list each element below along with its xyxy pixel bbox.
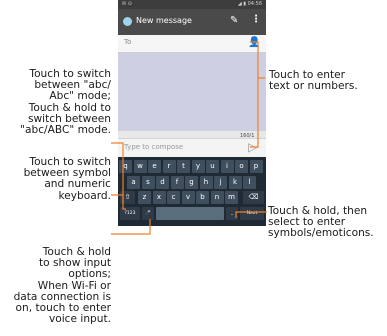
key-n[interactable]: n	[210, 191, 224, 204]
backspace-key[interactable]: ⌫	[243, 191, 264, 204]
key-g[interactable]: g	[185, 175, 198, 189]
status-right: ◢ ▮ 04:56	[237, 1, 262, 7]
app-icon[interactable]	[123, 17, 132, 26]
recipient-row[interactable]: To 👤	[118, 35, 266, 53]
app-bar: New message ✎ ⋮	[118, 9, 266, 35]
status-bar: ✉ ⊙ ◢ ▮ 04:56	[118, 0, 266, 9]
key-m[interactable]: m	[225, 191, 238, 204]
shift-key[interactable]: ⇧	[120, 191, 135, 204]
key-v[interactable]: v	[181, 191, 195, 204]
callout-case-switch: Touch to switch between "abc/ Abc" mode;…	[20, 68, 111, 137]
keyboard: q w e r t y u i o p a s d f g h j k l ⇧ z x c v b n m ⌫ ?123 🎤. Next	[118, 157, 266, 226]
compose-input[interactable]: Type to compose	[124, 143, 183, 151]
message-body-area[interactable]	[118, 53, 266, 131]
period-key[interactable]: .	[226, 206, 238, 220]
key-w[interactable]: w	[133, 160, 147, 173]
key-s[interactable]: s	[141, 175, 155, 189]
key-c[interactable]: c	[167, 191, 180, 204]
key-b[interactable]: b	[196, 191, 209, 204]
add-contact-icon[interactable]: 👤	[248, 37, 260, 48]
key-u[interactable]: u	[206, 160, 219, 173]
compose-row[interactable]: Type to compose ▷	[118, 138, 266, 158]
symbols-key[interactable]: ?123	[120, 206, 140, 220]
key-f[interactable]: f	[170, 175, 184, 189]
callout-symbol-switch: Touch to switch between symbol and numer…	[23, 156, 111, 202]
phone-screenshot: ✉ ⊙ ◢ ▮ 04:56 New message ✎ ⋮ To 👤 160/1…	[118, 0, 266, 226]
key-j[interactable]: j	[214, 175, 227, 189]
key-d[interactable]: d	[156, 175, 169, 189]
send-icon[interactable]: ▷	[248, 140, 257, 154]
key-o[interactable]: o	[235, 160, 248, 173]
callout-input-options: Touch & hold to show input options; When…	[13, 246, 111, 326]
key-k[interactable]: k	[228, 175, 242, 189]
key-t[interactable]: t	[177, 160, 190, 173]
key-a[interactable]: a	[127, 175, 140, 189]
key-r[interactable]: r	[162, 160, 176, 173]
key-h[interactable]: h	[199, 175, 213, 189]
key-q[interactable]: q	[119, 160, 132, 173]
key-p[interactable]: p	[249, 160, 263, 173]
microphone-key[interactable]: 🎤	[142, 206, 154, 220]
next-key[interactable]: Next	[240, 206, 264, 220]
key-i[interactable]: i	[220, 160, 234, 173]
key-y[interactable]: y	[191, 160, 205, 173]
callout-enter-text: Touch to enter text or numbers.	[269, 69, 358, 93]
key-x[interactable]: x	[152, 191, 166, 204]
key-e[interactable]: e	[148, 160, 161, 173]
paperclip-icon[interactable]: ✎	[230, 15, 238, 26]
space-key[interactable]	[156, 206, 224, 220]
key-l[interactable]: l	[243, 175, 256, 189]
to-field[interactable]: To	[124, 38, 131, 46]
status-notifications: ✉ ⊙	[122, 1, 132, 7]
overflow-menu-icon[interactable]: ⋮	[251, 14, 261, 25]
app-title: New message	[136, 16, 192, 25]
callout-emoticons: Touch & hold, then select to enter symbo…	[268, 205, 374, 240]
key-z[interactable]: z	[138, 191, 151, 204]
